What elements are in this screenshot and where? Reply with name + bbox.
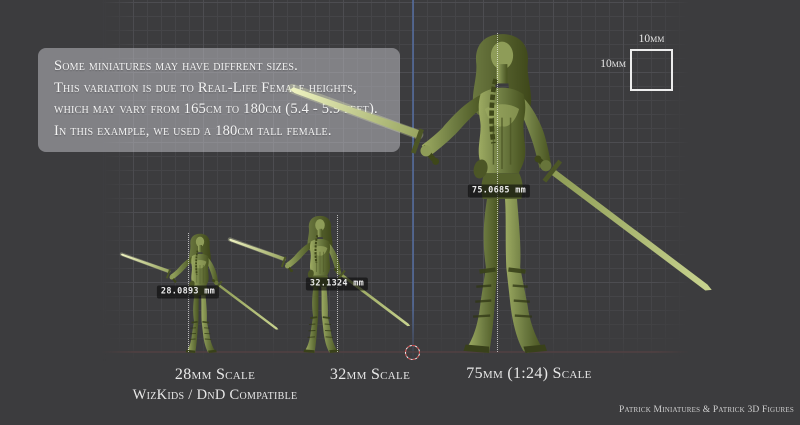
miniatures-canvas [0,0,800,425]
viewport-3d[interactable]: Some miniatures may have diffrent sizes.… [0,0,800,425]
measure-label-32mm: 32.1324 mm [306,278,368,291]
caption-32mm-scale: 32mm Scale [310,366,430,384]
credit-text: Patrick Miniatures & Patrick 3D Figures [619,405,794,415]
caption-75mm-scale: 75mm (1:24) Scale [445,365,613,383]
measure-label-28mm: 28.0893 mm [157,286,219,299]
scale-reference-square [630,49,673,91]
scale-reference-top-label: 10mm [628,33,675,45]
measure-label-75mm: 75.0685 mm [468,185,530,198]
caption-28mm-scale: 28mm Scale [150,366,280,384]
caption-28mm-compat: WizKids / DnD Compatible [105,387,325,404]
scale-reference-side-label: 10mm [584,58,626,70]
